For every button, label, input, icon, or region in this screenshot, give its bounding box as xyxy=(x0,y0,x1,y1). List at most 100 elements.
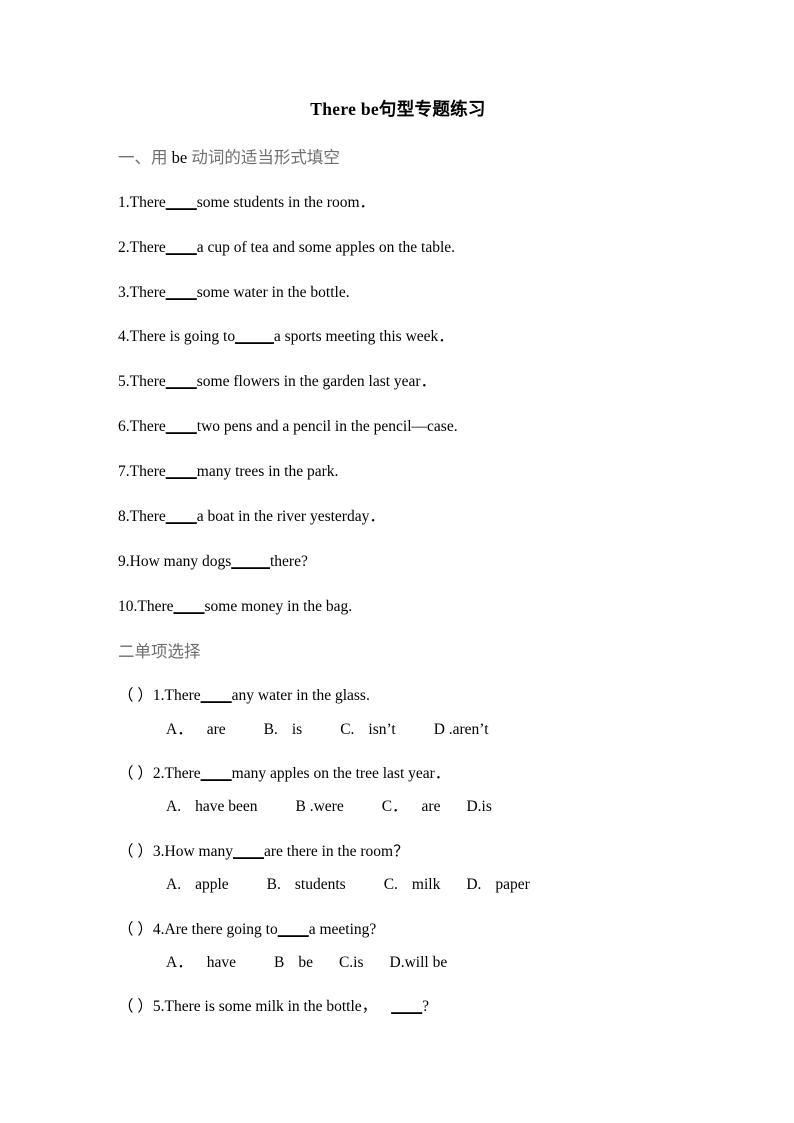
option-text[interactable]: were xyxy=(314,798,344,815)
page-title: There be句型专题练习 xyxy=(310,99,486,119)
option-label: D . xyxy=(433,720,453,738)
option-text[interactable]: be xyxy=(298,954,313,971)
option-row: A. apple B. students C. milk D. paper xyxy=(118,875,678,894)
question-number: 2. xyxy=(118,238,130,256)
answer-blank[interactable]: _____ xyxy=(235,328,274,345)
question-text-after: a meeting? xyxy=(308,920,377,938)
question-item: 2.There____a cup of tea and some apples … xyxy=(118,238,678,257)
option-text[interactable]: isn’t xyxy=(368,721,395,738)
option-label: B xyxy=(273,953,285,971)
answer-blank[interactable]: ____ xyxy=(166,194,197,211)
question-number: 5. xyxy=(152,998,165,1016)
answer-blank[interactable]: ____ xyxy=(166,239,197,256)
option-label: B. xyxy=(266,876,281,894)
answer-blank[interactable]: ____ xyxy=(233,843,264,860)
option-label: A． xyxy=(166,720,193,738)
answer-bracket[interactable]: （ ） xyxy=(118,843,153,860)
option-text[interactable]: have been xyxy=(195,798,257,815)
option-text[interactable]: is xyxy=(292,721,302,738)
question-text-before: There xyxy=(129,463,166,481)
question-number: 9. xyxy=(118,552,130,570)
answer-blank[interactable]: ____ xyxy=(174,598,205,615)
document-body: There be句型专题练习 一、用 be 动词的适当形式填空 1.There_… xyxy=(118,96,678,1031)
option-text[interactable]: is xyxy=(482,798,492,815)
answer-blank[interactable]: ____ xyxy=(166,373,197,390)
answer-blank[interactable]: ____ xyxy=(391,998,422,1015)
option-label: A. xyxy=(166,876,182,894)
option-text[interactable]: aren’t xyxy=(453,721,489,738)
question-text-before: How many dogs xyxy=(129,552,232,570)
question-text-after: there? xyxy=(269,552,308,570)
section1-heading-suffix: 动词的适当形式填空 xyxy=(187,148,340,167)
question-text-after: some water in the bottle. xyxy=(196,283,350,301)
question-number: 4. xyxy=(152,920,165,938)
answer-blank[interactable]: ____ xyxy=(166,284,197,301)
question-number: 3. xyxy=(152,842,165,860)
question-text-before: There is going to xyxy=(129,328,236,346)
question-item: 7.There____many trees in the park. xyxy=(118,462,678,481)
question-number: 2. xyxy=(152,765,165,783)
question-number: 3. xyxy=(118,283,130,301)
option-text[interactable]: students xyxy=(295,876,346,893)
question-text-before: How many xyxy=(164,842,233,860)
option-label: D. xyxy=(389,953,405,971)
option-text[interactable]: apple xyxy=(195,876,229,893)
question-text-after: some flowers in the garden last year． xyxy=(196,373,437,391)
question-text-before: There xyxy=(129,238,166,256)
question-text-after: any water in the glass. xyxy=(231,687,370,705)
question-text-before: There xyxy=(129,193,166,211)
question-text-before: There is some milk in the bottle， xyxy=(164,998,378,1016)
question-text-before: There xyxy=(164,765,201,783)
question-item: 5.There____some flowers in the garden la… xyxy=(118,372,678,391)
answer-blank[interactable]: ____ xyxy=(166,508,197,525)
answer-bracket[interactable]: （ ） xyxy=(118,921,153,938)
option-label: B . xyxy=(295,798,314,816)
answer-blank[interactable]: ____ xyxy=(201,687,232,704)
option-text[interactable]: have xyxy=(207,954,236,971)
option-label: A. xyxy=(166,798,182,816)
question-text-after: a cup of tea and some apples on the tabl… xyxy=(196,238,456,256)
question-item: 3.There____some water in the bottle. xyxy=(118,283,678,302)
option-text[interactable]: are xyxy=(422,798,441,815)
answer-bracket[interactable]: （ ） xyxy=(118,687,153,704)
question-text-before: There xyxy=(129,373,166,391)
question-number: 6. xyxy=(118,418,130,436)
question-item: （ ）5.There is some milk in the bottle， __… xyxy=(118,997,678,1016)
question-text-after: a boat in the river yesterday． xyxy=(196,507,385,525)
question-text-after: a sports meeting this week． xyxy=(273,328,454,346)
option-label: B. xyxy=(263,720,278,738)
question-text-before: There xyxy=(129,507,166,525)
option-text[interactable]: is xyxy=(353,954,363,971)
question-item: 9.How many dogs_____there? xyxy=(118,552,678,571)
question-item: （ ）3.How many____are there in the room？ xyxy=(118,842,678,861)
option-row: A． are B. is C. isn’t D .aren’t xyxy=(118,720,678,739)
option-text[interactable]: paper xyxy=(495,876,529,893)
answer-blank[interactable]: ____ xyxy=(166,463,197,480)
answer-blank[interactable]: ____ xyxy=(201,765,232,782)
question-number: 4. xyxy=(118,328,130,346)
question-number: 1. xyxy=(152,687,165,705)
question-number: 10. xyxy=(118,597,138,615)
option-label: D. xyxy=(466,876,482,894)
answer-bracket[interactable]: （ ） xyxy=(118,765,153,782)
question-item: 4.There is going to_____a sports meeting… xyxy=(118,327,678,346)
question-item: 8.There____a boat in the river yesterday… xyxy=(118,507,678,526)
question-text-before: There xyxy=(164,687,201,705)
option-text[interactable]: are xyxy=(207,721,226,738)
question-text-after: two pens and a pencil in the pencil—case… xyxy=(196,418,458,436)
question-text-after: some students in the room． xyxy=(196,193,376,211)
answer-blank[interactable]: ____ xyxy=(166,418,197,435)
option-label: C. xyxy=(383,876,398,894)
section1-heading-latin: be xyxy=(171,148,188,167)
option-text[interactable]: will be xyxy=(405,954,448,971)
question-number: 7. xyxy=(118,463,130,481)
question-item: （ ）1.There____any water in the glass. xyxy=(118,686,678,705)
answer-blank[interactable]: _____ xyxy=(231,553,270,570)
question-text-after: ? xyxy=(422,998,430,1016)
answer-blank[interactable]: ____ xyxy=(278,921,309,938)
section-heading-fill-in-blanks: 一、用 be 动词的适当形式填空 xyxy=(118,148,678,168)
option-text[interactable]: milk xyxy=(412,876,440,893)
question-item: 1.There____some students in the room． xyxy=(118,193,678,212)
answer-bracket[interactable]: （ ） xyxy=(118,998,153,1015)
question-number: 5. xyxy=(118,373,130,391)
